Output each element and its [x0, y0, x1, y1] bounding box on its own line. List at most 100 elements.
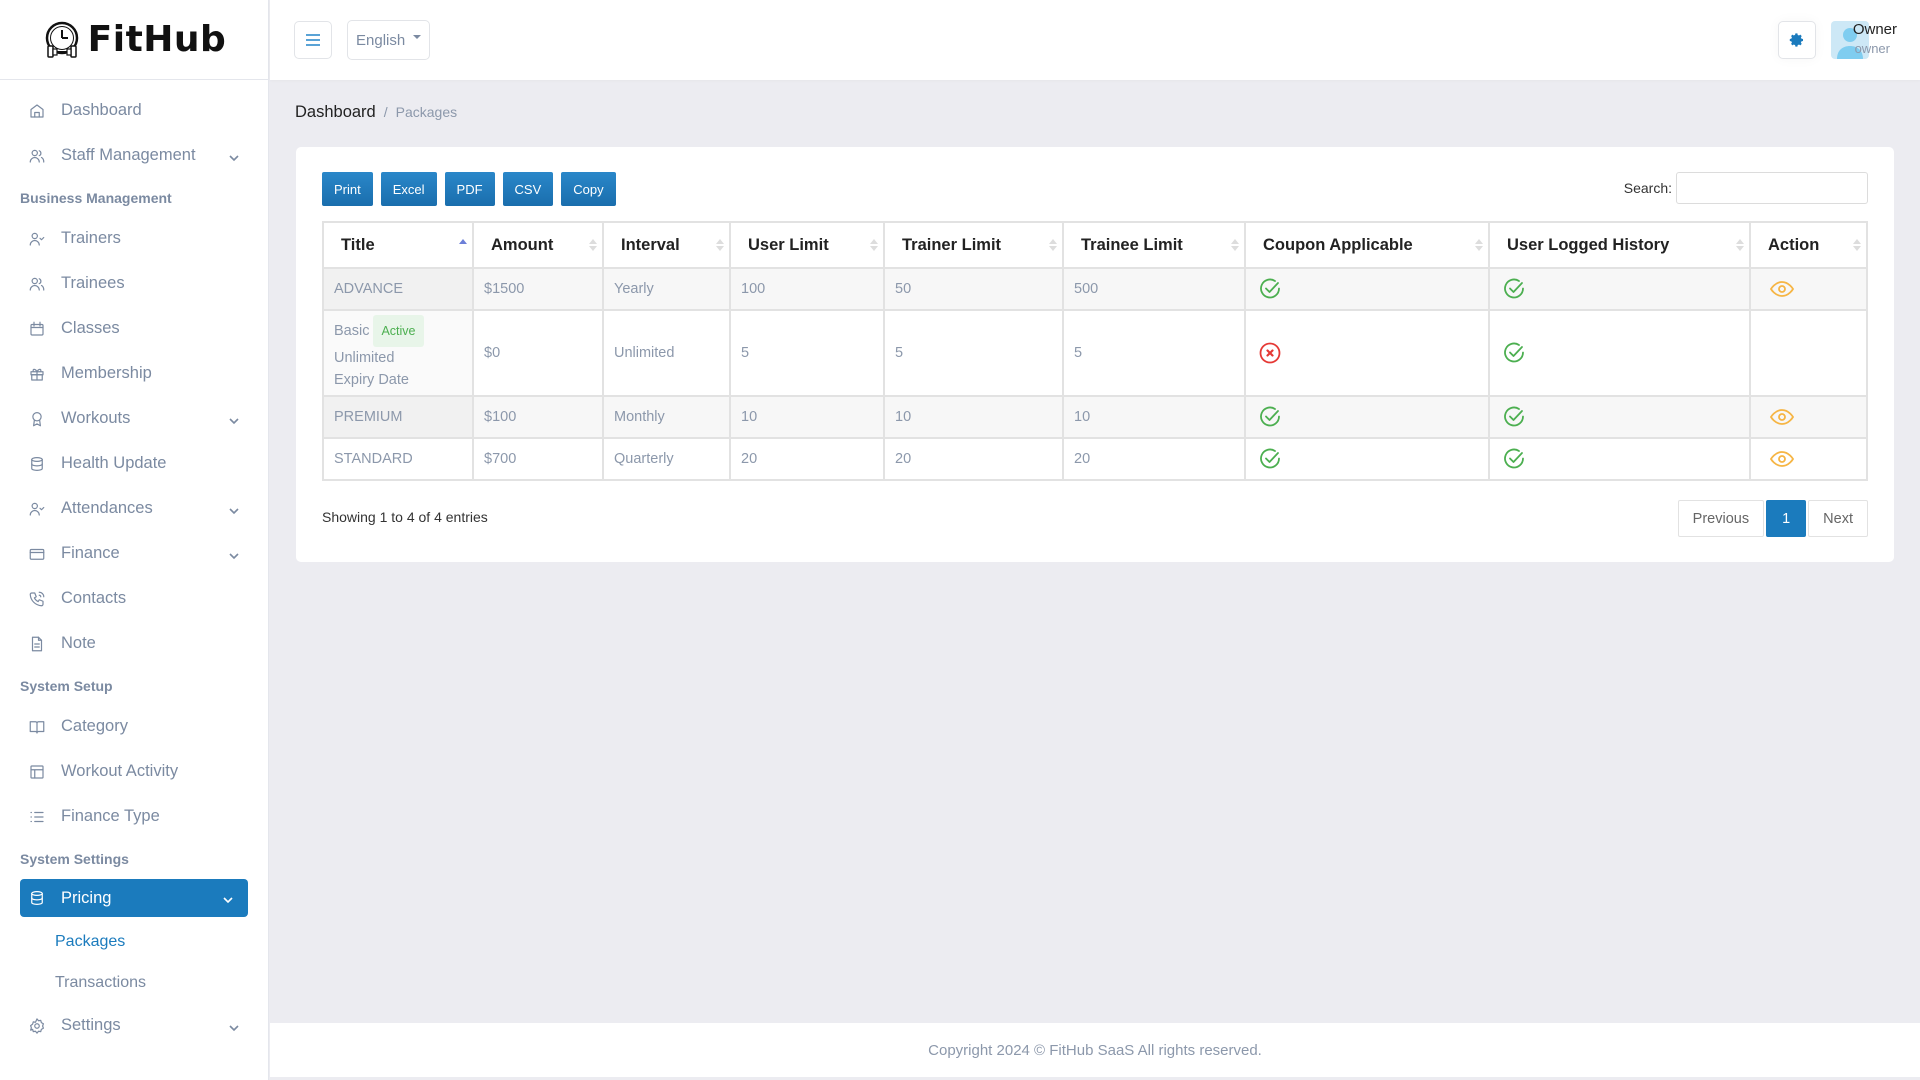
table-row: Basic Active Unlimited Expiry Date $0 Unl…	[322, 309, 1868, 397]
cell-user-logged-history	[1488, 267, 1751, 311]
sidebar-item-category[interactable]: Category	[0, 704, 268, 749]
sidebar-item-staff-management[interactable]: Staff Management	[0, 133, 268, 178]
excel-button[interactable]: Excel	[380, 172, 437, 206]
cell-coupon-applicable	[1244, 309, 1490, 397]
cell-trainer-limit: 50	[883, 267, 1064, 311]
cell-amount: $1500	[472, 267, 604, 311]
cell-coupon-applicable	[1244, 437, 1490, 481]
cell-user-limit: 20	[729, 437, 885, 481]
menu-toggle-button[interactable]	[294, 21, 332, 59]
sidebar-item-settings[interactable]: Settings	[0, 1003, 268, 1048]
eye-icon[interactable]	[1769, 447, 1795, 471]
sidebar-item-health-update[interactable]: Health Update	[0, 441, 268, 486]
cell-action	[1749, 267, 1868, 311]
sidebar-nav: Dashboard Staff Management Business Mana…	[0, 80, 268, 1048]
sidebar-item-workout-activity[interactable]: Workout Activity	[0, 749, 268, 794]
sidebar-item-note[interactable]: Note	[0, 621, 268, 666]
brand-logo[interactable]: FitHub	[0, 0, 268, 80]
check-circle-icon	[1504, 448, 1524, 469]
chevron-down-icon	[228, 413, 240, 425]
cell-user-logged-history	[1488, 395, 1751, 439]
previous-page-button[interactable]: Previous	[1677, 500, 1765, 537]
database-icon	[27, 454, 47, 474]
cell-trainee-limit: 500	[1062, 267, 1246, 311]
cell-interval: Yearly	[602, 267, 731, 311]
pagination: Previous 1 Next	[1677, 500, 1868, 537]
cell-title: PREMIUM	[322, 395, 474, 439]
cell-user-limit: 100	[729, 267, 885, 311]
check-circle-icon	[1504, 342, 1524, 363]
sidebar-item-membership[interactable]: Membership	[0, 351, 268, 396]
language-value: English	[356, 31, 406, 49]
table-info: Showing 1 to 4 of 4 entries	[322, 509, 488, 525]
breadcrumb-dashboard[interactable]: Dashboard	[295, 103, 376, 122]
csv-button[interactable]: CSV	[502, 172, 554, 206]
cell-trainer-limit: 20	[883, 437, 1064, 481]
layout-icon	[27, 762, 47, 782]
language-select[interactable]: English	[347, 20, 430, 60]
column-header-title[interactable]: Title	[322, 221, 474, 269]
calendar-icon	[27, 319, 47, 339]
list-icon	[27, 807, 47, 827]
home-icon	[27, 101, 47, 121]
user-check-icon	[27, 229, 47, 249]
export-buttons: Print Excel PDF CSV Copy	[322, 172, 616, 206]
cell-title: STANDARD	[322, 437, 474, 481]
cell-interval: Monthly	[602, 395, 731, 439]
eye-icon[interactable]	[1769, 277, 1795, 301]
sidebar-item-trainees[interactable]: Trainees	[0, 261, 268, 306]
next-page-button[interactable]: Next	[1808, 500, 1868, 537]
sidebar-item-pricing[interactable]: Pricing	[20, 879, 248, 917]
sidebar-subitem-packages[interactable]: Packages	[0, 921, 268, 962]
cell-trainee-limit: 5	[1062, 309, 1246, 397]
x-circle-icon	[1259, 342, 1281, 364]
sidebar-item-classes[interactable]: Classes	[0, 306, 268, 351]
sidebar-subitem-transactions[interactable]: Transactions	[0, 962, 268, 1003]
eye-icon[interactable]	[1769, 405, 1795, 429]
column-header-user-limit[interactable]: User Limit	[729, 221, 885, 269]
database-icon	[27, 888, 47, 908]
settings-button[interactable]	[1778, 21, 1816, 59]
sort-both-icon	[589, 239, 597, 251]
cell-action	[1749, 437, 1868, 481]
cell-user-logged-history	[1488, 309, 1751, 397]
print-button[interactable]: Print	[322, 172, 373, 206]
gift-icon	[27, 364, 47, 384]
column-header-trainee-limit[interactable]: Trainee Limit	[1062, 221, 1246, 269]
pdf-button[interactable]: PDF	[444, 172, 495, 206]
column-header-amount[interactable]: Amount	[472, 221, 604, 269]
check-circle-icon	[1260, 406, 1280, 427]
copy-button[interactable]: Copy	[561, 172, 616, 206]
cell-action	[1749, 309, 1868, 397]
chevron-down-icon	[228, 150, 240, 162]
table-header-row: Title Amount Interval User Limit Trainer…	[322, 221, 1868, 269]
search-box: Search:	[1624, 172, 1868, 204]
cell-trainee-limit: 20	[1062, 437, 1246, 481]
sort-both-icon	[1231, 239, 1239, 251]
package-title: Basic	[334, 323, 370, 339]
sidebar-item-contacts[interactable]: Contacts	[0, 576, 268, 621]
sidebar-item-finance[interactable]: Finance	[0, 531, 268, 576]
sidebar-item-dashboard[interactable]: Dashboard	[0, 88, 268, 133]
cell-amount: $100	[472, 395, 604, 439]
sort-both-icon	[870, 239, 878, 251]
column-header-trainer-limit[interactable]: Trainer Limit	[883, 221, 1064, 269]
check-circle-icon	[1504, 278, 1524, 299]
search-input[interactable]	[1676, 172, 1868, 204]
cell-interval: Unlimited	[602, 309, 731, 397]
cell-amount: $700	[472, 437, 604, 481]
sidebar-item-trainers[interactable]: Trainers	[0, 216, 268, 261]
column-header-action[interactable]: Action	[1749, 221, 1868, 269]
column-header-user-logged-history[interactable]: User Logged History	[1488, 221, 1751, 269]
page-1-button[interactable]: 1	[1766, 500, 1807, 537]
footer: Copyright 2024 © FitHub SaaS All rights …	[270, 1023, 1920, 1077]
sort-both-icon	[1049, 239, 1057, 251]
sidebar-item-finance-type[interactable]: Finance Type	[0, 794, 268, 839]
gear-icon	[1789, 33, 1803, 47]
hamburger-icon	[306, 34, 320, 46]
column-header-coupon-applicable[interactable]: Coupon Applicable	[1244, 221, 1490, 269]
sidebar-item-workouts[interactable]: Workouts	[0, 396, 268, 441]
chevron-down-icon	[228, 548, 240, 560]
sidebar-item-attendances[interactable]: Attendances	[0, 486, 268, 531]
column-header-interval[interactable]: Interval	[602, 221, 731, 269]
